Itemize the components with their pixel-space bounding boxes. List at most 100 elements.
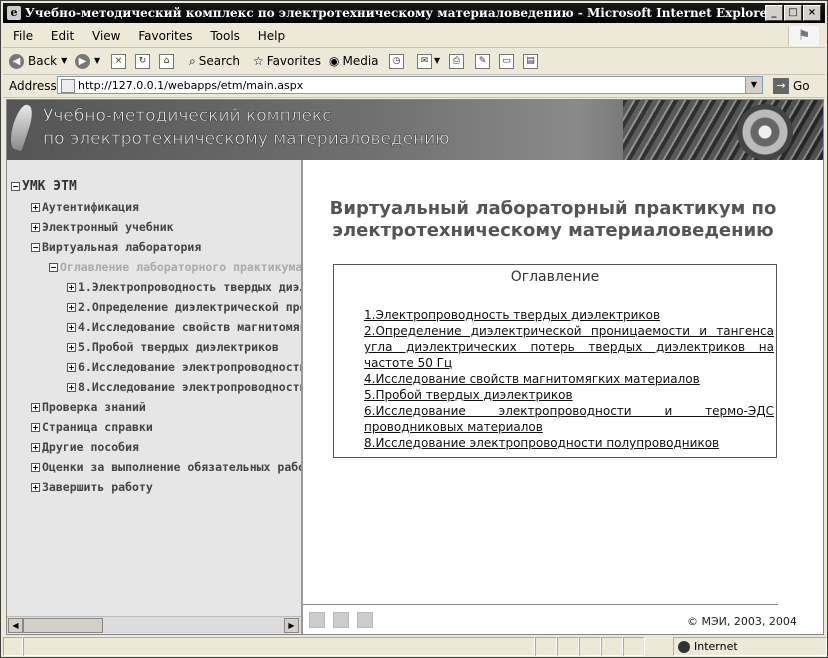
footer-nav (309, 612, 373, 628)
history-button[interactable]: ◷ (389, 48, 404, 74)
scroll-left-icon[interactable]: ◀ (8, 618, 23, 633)
window-title: Учебно-методический комплекс по электрот… (25, 6, 774, 20)
tree-item-lab-6[interactable]: +6.Исследование электропроводности и тер… (67, 358, 301, 376)
menu-edit[interactable]: Edit (51, 29, 74, 43)
expand-icon[interactable]: + (31, 203, 40, 212)
mail-button[interactable]: ✉ ▼ (417, 48, 440, 74)
copyright: © МЭИ, 2003, 2004 (687, 615, 797, 628)
discuss-button[interactable]: ▭ (499, 48, 514, 74)
footer-divider (303, 604, 778, 605)
expand-icon[interactable]: + (67, 343, 76, 352)
research-button[interactable]: ▤ (523, 48, 538, 74)
maximize-button[interactable]: □ (784, 5, 802, 21)
banner-line-2: по электротехническому материаловедению (43, 129, 450, 150)
close-button[interactable]: × (803, 5, 821, 21)
feather-logo-icon (7, 102, 36, 152)
navigation-frame: − УМК ЭТМ + Аутентификация + Электронный уч… (7, 160, 303, 634)
expand-icon[interactable]: + (67, 323, 76, 332)
page-title: Виртуальный лабораторный практикум по эл… (329, 198, 777, 241)
tree-item-lab-contents[interactable]: − Оглавление лабораторного практикума (49, 258, 301, 276)
address-bar: Address http://127.0.0.1/webapps/etm/mai… (3, 75, 825, 98)
media-button[interactable]: ◉ Media (329, 48, 379, 74)
tree-item-finish[interactable]: + Завершить работу (31, 478, 153, 496)
stop-button[interactable]: × (111, 48, 126, 74)
tree-root[interactable]: − УМК ЭТМ (11, 178, 77, 196)
forward-arrow-icon: ▶ (75, 53, 90, 69)
address-input[interactable]: http://127.0.0.1/webapps/etm/main.aspx ▼ (57, 76, 763, 94)
expand-icon[interactable]: + (67, 383, 76, 392)
expand-icon[interactable]: + (67, 283, 76, 292)
toc-header: Оглавление (510, 269, 600, 285)
expand-icon[interactable]: + (31, 403, 40, 412)
toc-link-5[interactable]: 5.Пробой твердых диэлектриков (364, 387, 774, 403)
reel-decoration-icon (737, 104, 793, 160)
expand-icon[interactable]: + (31, 463, 40, 472)
toc-link-6[interactable]: 6.Исследование электропроводности и терм… (364, 403, 774, 435)
menu-bar: File Edit View Favorites Tools Help ⚑ (3, 25, 825, 48)
expand-icon[interactable]: + (31, 223, 40, 232)
toc-link-4[interactable]: 4.Исследование свойств магнитомягких мат… (364, 371, 774, 387)
collapse-icon[interactable]: − (11, 182, 20, 191)
expand-icon[interactable]: + (67, 303, 76, 312)
browser-window: e Учебно-методический комплекс по электр… (0, 0, 828, 658)
tree-item-lab-8[interactable]: +8.Исследование электропроводности полуп… (67, 378, 301, 396)
print-button[interactable]: ⎙ (449, 48, 464, 74)
menu-view[interactable]: View (92, 29, 120, 43)
collapse-icon[interactable]: − (49, 263, 58, 272)
expand-icon[interactable]: + (31, 443, 40, 452)
media-icon: ◉ (329, 54, 340, 68)
status-page-icon (3, 637, 23, 656)
minimize-button[interactable]: _ (765, 5, 783, 21)
toc-link-2[interactable]: 2.Определение диэлектрической проницаемо… (364, 323, 774, 371)
menu-help[interactable]: Help (258, 29, 285, 43)
back-button[interactable]: ◀ Back ▼ (9, 48, 67, 74)
stop-icon: × (111, 53, 126, 69)
toc-link-1[interactable]: 1.Электропроводность твердых диэлектрико… (364, 307, 774, 323)
edit-button[interactable]: ✎ (475, 48, 490, 74)
toc-box: Оглавление 1.Электропроводность твердых … (333, 264, 777, 458)
tree-item-help[interactable]: + Страница справки (31, 418, 153, 436)
banner-line-1: Учебно-методический комплекс (43, 106, 332, 127)
page-icon (61, 79, 75, 93)
document-icon[interactable] (357, 612, 373, 628)
expand-icon[interactable]: + (67, 363, 76, 372)
tree-item-auth[interactable]: + Аутентификация (31, 198, 139, 216)
tree-item-lab-1[interactable]: +1.Электропроводность твердых диэлектрик… (67, 278, 301, 296)
security-zone: Internet (673, 637, 827, 656)
tree-item-virtual-lab[interactable]: − Виртуальная лаборатория (31, 238, 201, 256)
scroll-thumb[interactable] (23, 618, 103, 633)
tree-item-lab-2[interactable]: +2.Определение диэлектрической проницаем… (67, 298, 301, 316)
address-dropdown-icon[interactable]: ▼ (745, 77, 762, 93)
menu-file[interactable]: File (13, 29, 33, 43)
address-label: Address (9, 79, 57, 93)
expand-icon[interactable]: + (31, 483, 40, 492)
edit-icon: ✎ (475, 53, 490, 69)
horizontal-scrollbar[interactable]: ◀ ▶ (7, 616, 301, 633)
history-icon: ◷ (389, 53, 404, 69)
toc-link-8[interactable]: 8.Исследование электропроводности полупр… (364, 435, 774, 451)
search-button[interactable]: ⌕ Search (189, 48, 240, 74)
go-button[interactable]: → Go (773, 75, 810, 97)
scroll-right-icon[interactable]: ▶ (284, 618, 299, 633)
expand-icon[interactable]: + (31, 423, 40, 432)
menu-favorites[interactable]: Favorites (138, 29, 192, 43)
up-icon[interactable] (333, 612, 349, 628)
refresh-button[interactable]: ↻ (135, 48, 150, 74)
tree-item-grades[interactable]: + Оценки за выполнение обязательных работ (31, 458, 301, 476)
research-icon: ▤ (523, 53, 538, 69)
tree-item-other[interactable]: + Другие пособия (31, 438, 139, 456)
menu-tools[interactable]: Tools (210, 29, 240, 43)
search-icon: ⌕ (189, 54, 196, 68)
forward-button[interactable]: ▶ ▼ (75, 48, 100, 74)
tree-item-lab-4[interactable]: +4.Исследование свойств магнитомягких ма… (67, 318, 301, 336)
tree-item-textbook[interactable]: + Электронный учебник (31, 218, 174, 236)
go-arrow-icon: → (773, 78, 789, 94)
ie-icon: e (7, 6, 21, 20)
home-icon[interactable] (309, 612, 325, 628)
favorites-button[interactable]: ☆ Favorites (253, 48, 321, 74)
page-viewport: Учебно-методический комплекс по электрот… (6, 99, 824, 635)
tree-item-lab-5[interactable]: +5.Пробой твердых диэлектриков (67, 338, 279, 356)
collapse-icon[interactable]: − (31, 243, 40, 252)
tree-item-knowledge-test[interactable]: + Проверка знаний (31, 398, 146, 416)
home-button[interactable]: ⌂ (159, 48, 174, 74)
